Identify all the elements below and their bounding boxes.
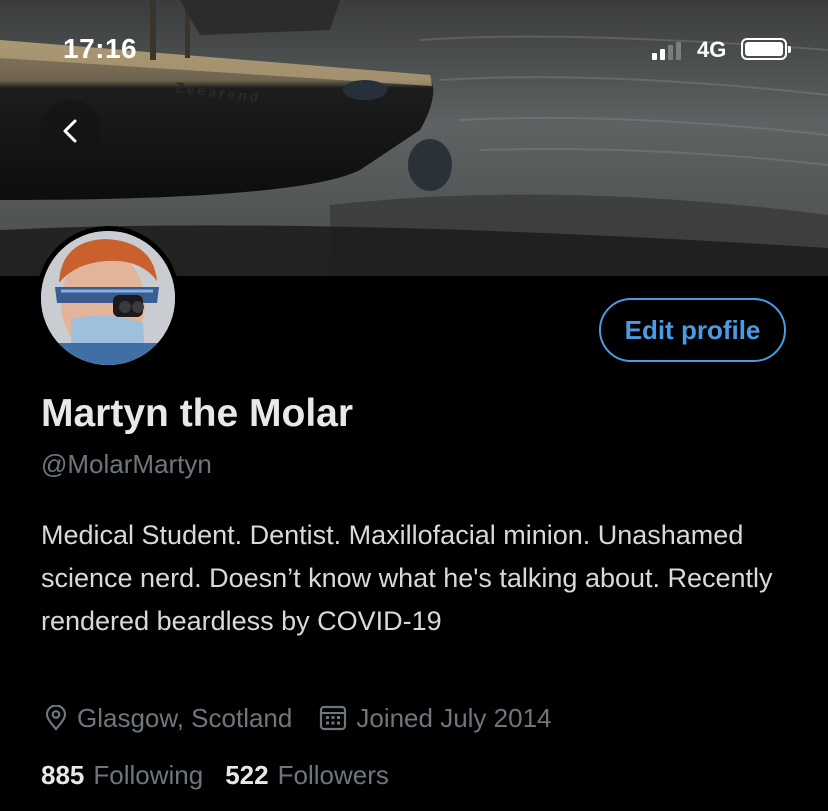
cellular-signal-icon: [652, 42, 686, 60]
following-label: Following: [93, 759, 204, 790]
location-pin-icon: [45, 705, 67, 731]
battery-icon: [741, 38, 791, 60]
avatar-image: [41, 231, 175, 365]
joined-text: Joined July 2014: [356, 702, 552, 733]
location-item: Glasgow, Scotland: [44, 703, 292, 734]
status-bar: 17:16 4G: [0, 0, 828, 90]
follow-stats: 885 Following 522 Followers: [41, 757, 389, 793]
edit-profile-button[interactable]: Edit profile: [599, 298, 786, 362]
profile-bio: Medical Student. Dentist. Maxillofacial …: [41, 520, 773, 636]
back-button[interactable]: [40, 100, 102, 162]
status-time: 17:16: [63, 33, 138, 64]
avatar[interactable]: [36, 226, 180, 370]
followers-label: Followers: [277, 759, 389, 790]
profile-meta: Glasgow, Scotland Joined July 2014: [44, 700, 552, 736]
user-handle: @MolarMartyn: [41, 449, 212, 479]
following-link[interactable]: 885 Following: [41, 760, 203, 791]
followers-count: 522: [225, 759, 269, 790]
network-type: 4G: [697, 37, 727, 62]
followers-link[interactable]: 522 Followers: [225, 760, 389, 791]
joined-item: Joined July 2014: [319, 702, 552, 734]
following-count: 885: [41, 759, 85, 790]
location-text: Glasgow, Scotland: [77, 702, 293, 733]
chevron-left-icon: [63, 119, 77, 143]
display-name: Martyn the Molar: [41, 392, 354, 435]
calendar-icon: [320, 705, 347, 731]
